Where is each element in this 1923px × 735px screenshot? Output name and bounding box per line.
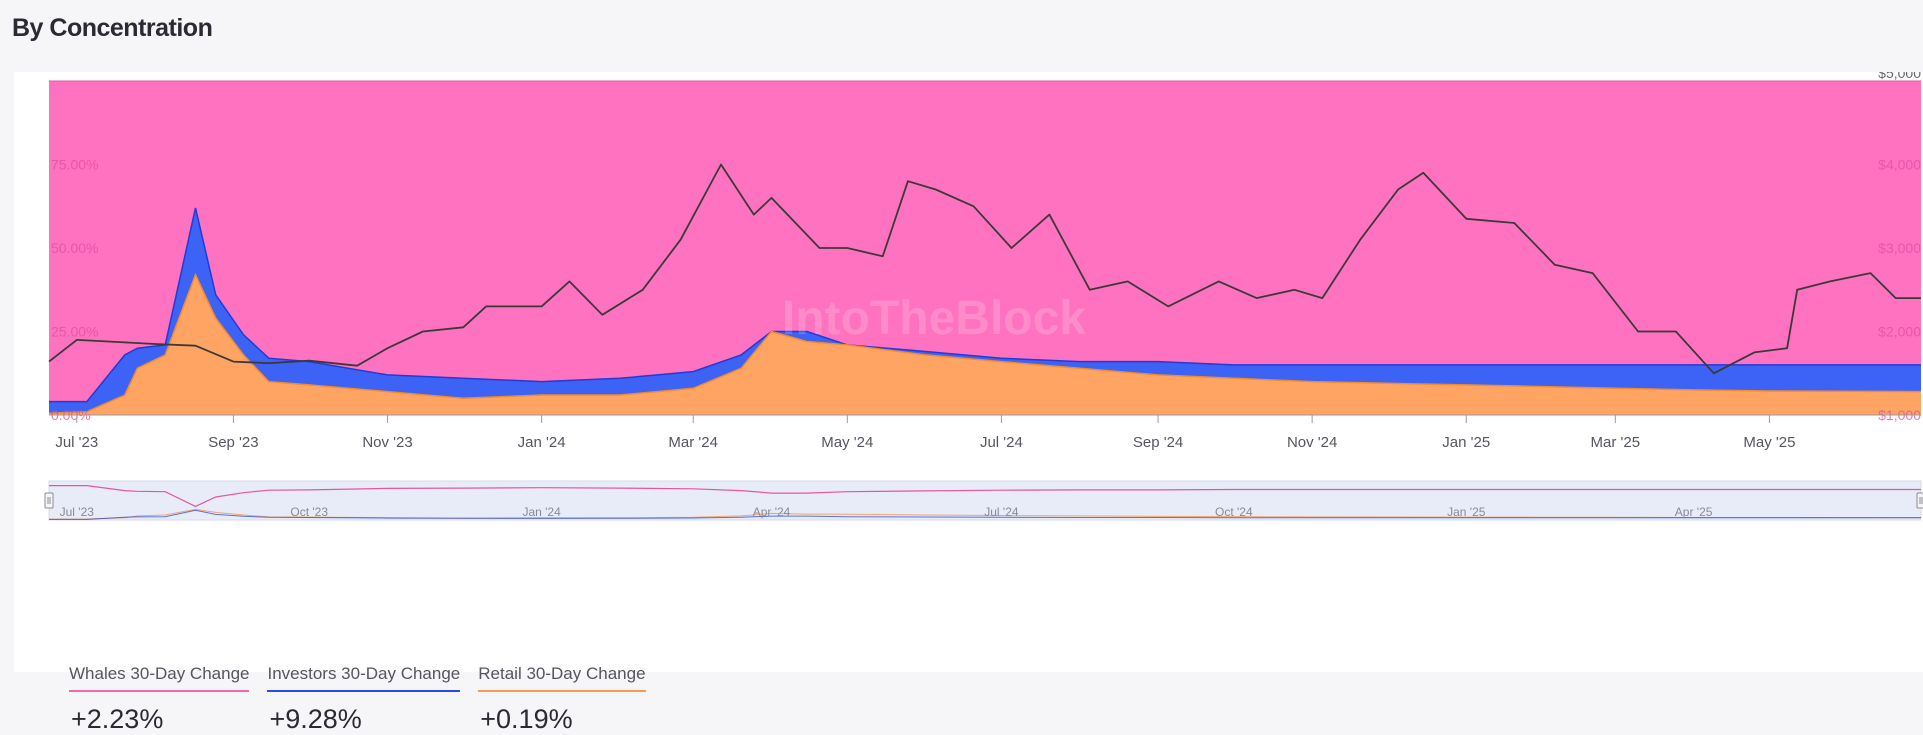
navigator-handle-right[interactable] [1916, 492, 1923, 509]
navigator-tick-label: Apr '25 [1675, 505, 1713, 519]
x-tick-label: Jul '24 [980, 434, 1023, 451]
navigator-tick-label: Jul '23 [60, 505, 95, 519]
legend-label-investors: Investors 30-Day Change [267, 664, 461, 692]
x-tick-label: Jan '24 [518, 434, 566, 451]
x-tick-label: May '24 [821, 434, 873, 451]
x-tick-label: Mar '24 [668, 434, 718, 451]
legend-value-whales: +2.23% [71, 704, 164, 734]
x-tick-label: Sep '24 [1133, 434, 1183, 451]
legend-value-retail: +0.19% [480, 704, 573, 734]
area-layer [48, 80, 1922, 415]
legend-label-whales: Whales 30-Day Change [69, 664, 250, 692]
navigator-tick-label: Oct '23 [290, 505, 328, 519]
y-left-tick-label: 25.00% [51, 324, 98, 340]
page-title: By Concentration [12, 14, 213, 42]
x-tick-label: Nov '23 [362, 434, 412, 451]
navigator-tick-label: Jan '25 [1447, 505, 1486, 519]
handle-grip [44, 492, 54, 509]
x-tick-label: Sep '23 [208, 434, 258, 451]
y-left-tick-label: 75.00% [51, 157, 98, 173]
x-tick-label: May '25 [1743, 434, 1795, 451]
x-tick-label: Jul '23 [55, 434, 98, 451]
watermark: IntoTheBlock [782, 292, 1086, 345]
navigator-tick-label: Oct '24 [1215, 505, 1253, 519]
navigator-tick-label: Jul '24 [984, 505, 1019, 519]
y-right-tick-label: $2,000 [1878, 324, 1921, 340]
x-tick-label: Nov '24 [1287, 434, 1337, 451]
legend-item-investors[interactable]: Investors 30-Day Change +9.28% [267, 664, 461, 735]
y-right-tick-label: $4,000 [1878, 157, 1921, 173]
range-navigator[interactable]: Jul '23 Oct '23 Jan '24 Apr '24 Jul '24 Oct '… [44, 480, 1923, 521]
legend-value-investors: +9.28% [269, 704, 362, 734]
y-right-tick-label: $5,000 [1878, 72, 1921, 81]
navigator-tick-label: Jan '24 [522, 505, 561, 519]
legend: Whales 30-Day Change +2.23% Investors 30… [69, 664, 646, 735]
x-tick-label: Mar '25 [1591, 434, 1641, 451]
concentration-chart[interactable]: IntoTheBlock 0.00%25.00%50.00%75.00% $1,… [14, 72, 1923, 592]
legend-label-retail: Retail 30-Day Change [478, 664, 646, 692]
legend-item-whales[interactable]: Whales 30-Day Change +2.23% [69, 664, 250, 735]
x-axis: Jul '23 Sep '23 Nov '23 Jan '24 Mar '24 May '… [55, 415, 1795, 451]
y-left-tick-label: 50.00% [51, 240, 98, 256]
chart-card: IntoTheBlock 0.00% 25.00% 50.00% 75.00% $1,… [14, 72, 1923, 734]
y-right-tick-label: $3,000 [1878, 240, 1921, 256]
x-tick-label: Jan '25 [1442, 434, 1490, 451]
navigator-handle-left[interactable] [44, 492, 54, 509]
legend-item-retail[interactable]: Retail 30-Day Change +0.19% [478, 664, 646, 735]
navigator-tick-label: Apr '24 [753, 505, 791, 519]
